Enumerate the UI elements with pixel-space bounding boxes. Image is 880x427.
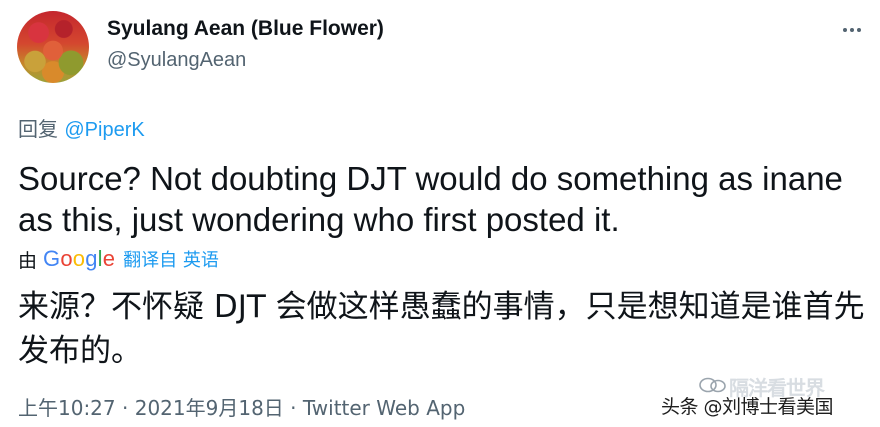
tweet-source: Twitter Web App: [302, 396, 466, 420]
translation-attribution: 由 Google 翻译自 英语: [18, 246, 219, 272]
translated-from-link[interactable]: 翻译自 英语: [123, 246, 219, 272]
reply-prefix: 回复: [18, 117, 65, 141]
watermark: 隔洋看世界 头条 @刘博士看美国: [653, 370, 873, 422]
watermark-bottom-text: 头条 @刘博士看美国: [661, 396, 834, 418]
google-logo: Google: [43, 246, 116, 271]
reply-mention-link[interactable]: @PiperK: [64, 119, 144, 141]
meta-separator: ·: [115, 396, 135, 420]
tweet-date-link[interactable]: 2021年9月18日: [135, 396, 284, 420]
author-name[interactable]: Syulang Aean (Blue Flower): [107, 17, 384, 41]
more-icon[interactable]: [838, 16, 866, 44]
avatar[interactable]: [17, 11, 89, 83]
tweet-time-link[interactable]: 上午10:27: [18, 396, 116, 420]
translated-text: 来源？不怀疑 DJT 会做这样愚蠢的事情，只是想知道是谁首先发布的。: [18, 289, 865, 369]
author-handle[interactable]: @SyulangAean: [107, 49, 246, 72]
tweet-text: Source? Not doubting DJT would do someth…: [18, 160, 843, 238]
tweet-meta: 上午10:27 · 2021年9月18日 · Twitter Web App: [18, 392, 465, 421]
reply-context: 回复 @PiperK: [18, 113, 145, 142]
translated-by-label: 由: [18, 249, 38, 272]
meta-separator: ·: [283, 396, 303, 420]
